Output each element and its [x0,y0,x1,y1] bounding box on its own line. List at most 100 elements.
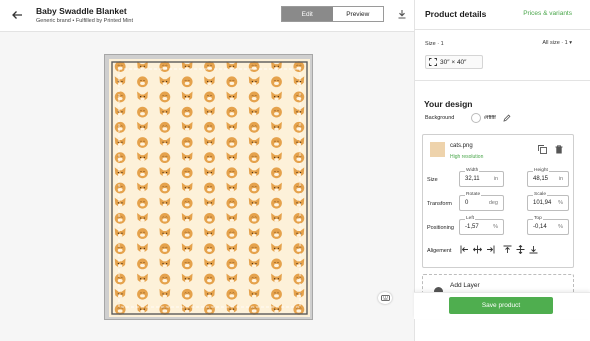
all-size-label: All size · 1 [542,40,568,46]
edit-tab[interactable]: Edit [282,7,333,21]
cat-face [204,152,215,164]
your-design-title: Your design [424,99,473,109]
left-field[interactable]: Left -1,57 % [459,216,504,235]
top-unit: % [558,224,563,230]
cat-face [114,152,126,164]
height-value: 48,15 [533,176,549,182]
background-color-swatch[interactable] [471,113,481,123]
scale-value: 101,94 [533,200,552,206]
cat-face [293,304,305,315]
cat-face [204,182,215,194]
cat-face [248,91,260,103]
cat-face [159,61,171,72]
cat-face [181,106,193,118]
rotate-unit: deg [488,200,498,206]
top-field[interactable]: Top -0,14 % [527,216,569,235]
download-icon[interactable] [396,8,408,20]
cat-face [226,106,238,118]
cat-face [248,304,260,315]
panel-title: Product details [425,9,487,19]
layer-thumbnail [430,142,445,157]
width-field[interactable]: Width 32,11 in [459,168,504,187]
cat-face [114,61,126,72]
cat-face [181,197,193,209]
cat-face [293,243,305,255]
cat-face [159,273,171,285]
cat-face [137,167,148,179]
cat-face [159,182,171,194]
keyboard-icon[interactable] [378,292,392,304]
design-canvas[interactable] [0,32,414,341]
cat-face [204,304,215,315]
background-hex: #ffffff [484,115,496,121]
transform-row-label: Transform [427,201,452,207]
cat-face [137,106,148,118]
cat-face [248,243,260,255]
width-value: 32,11 [465,176,480,182]
view-toggle: Edit Preview [281,6,384,22]
cat-face [271,228,282,239]
height-label: Height [533,168,549,173]
app-root: Baby Swaddle Blanket Generic brand • Ful… [0,0,590,341]
align-left-icon[interactable] [460,245,469,254]
cat-face [204,212,215,224]
cat-face [271,76,282,88]
align-top-icon[interactable] [503,245,512,254]
cat-face [226,288,238,300]
cat-face [114,273,126,285]
cat-face [226,137,238,148]
cat-face [159,152,171,164]
add-layer-label: Add Layer [450,282,480,289]
cat-face [137,228,148,239]
cat-face [248,152,260,164]
size-value: 30″ × 40″ [440,58,467,66]
rotate-field[interactable]: Rotate 0 deg [459,192,504,211]
cat-face [226,228,238,239]
fullscreen-icon [429,58,437,66]
save-product-button[interactable]: Save product [449,297,553,314]
cat-face [114,243,126,255]
cat-face [181,258,193,270]
align-bottom-icon[interactable] [529,245,538,254]
align-right-icon[interactable] [486,245,495,254]
height-unit: in [558,176,563,182]
cat-face [159,304,171,315]
height-field[interactable]: Height 48,15 in [527,168,569,187]
cat-face [204,61,215,72]
cat-face [248,212,260,224]
top-bar: Baby Swaddle Blanket Generic brand • Ful… [0,0,414,32]
copy-icon[interactable] [538,145,547,154]
back-arrow-icon[interactable] [10,8,24,22]
cat-face [159,121,171,133]
left-value: -1,57 [465,224,479,230]
cat-face [248,121,260,133]
chevron-down-icon: ▾ [569,40,572,46]
top-label: Top [533,216,543,221]
cat-face [226,167,238,179]
preview-tab[interactable]: Preview [332,7,383,21]
align-middle-v-icon[interactable] [516,245,525,254]
cat-face [114,304,126,315]
scale-field[interactable]: Scale 101,94 % [527,192,569,211]
cat-face [204,273,215,285]
trash-icon[interactable] [555,145,563,154]
pencil-icon[interactable] [503,114,511,122]
cat-face [293,121,305,133]
prices-variants-link[interactable]: Prices & variants [523,10,572,17]
cat-face [114,182,126,194]
align-center-h-icon[interactable] [473,245,482,254]
left-label: Left [465,216,476,221]
cat-face [226,258,238,270]
blanket-print-area[interactable] [104,54,313,320]
cat-face [204,121,215,133]
all-size-dropdown[interactable]: All size · 1 ▾ [542,40,572,46]
cats-pattern-image[interactable] [109,59,310,317]
cat-face [159,243,171,255]
top-value: -0,14 [533,224,547,230]
size-chip[interactable]: 30″ × 40″ [425,55,483,69]
divider [415,80,590,81]
cat-face [137,137,148,148]
size-count-label: Size · 1 [425,41,444,47]
panel-footer: Save product [414,292,590,319]
cat-face [114,91,126,103]
